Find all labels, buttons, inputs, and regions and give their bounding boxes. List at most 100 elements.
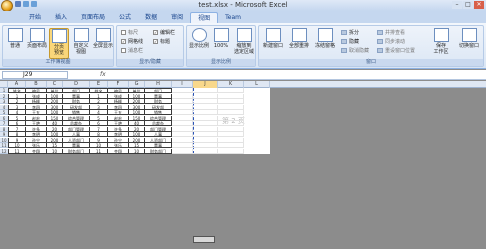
save-workspace-button[interactable]: 保存 工作区	[429, 28, 453, 59]
gridlines-checkbox[interactable]: ✓ 网格线	[121, 38, 143, 45]
table-cell[interactable]: 100	[47, 93, 63, 99]
table-cell[interactable]: 单位	[47, 88, 63, 93]
table-cell[interactable]: 40	[47, 121, 63, 126]
split-button[interactable]: 拆分	[341, 29, 359, 36]
empty-cell[interactable]	[218, 121, 244, 126]
name-box[interactable]: J29	[2, 71, 68, 79]
table-cell[interactable]: 2	[90, 99, 108, 104]
table-cell[interactable]: 齐翔	[26, 148, 47, 154]
table-cell[interactable]: 5	[90, 115, 108, 121]
table-cell[interactable]: 王五	[108, 110, 129, 115]
table-cell[interactable]: 综合管理	[145, 115, 172, 121]
table-cell[interactable]: 杨柳	[108, 99, 129, 104]
column-header-i[interactable]: I	[172, 81, 193, 88]
table-cell[interactable]: 20	[129, 126, 145, 132]
horizontal-scroll-thumb[interactable]	[193, 236, 215, 243]
close-button[interactable]: ✕	[474, 1, 484, 9]
empty-cell[interactable]	[193, 110, 218, 115]
table-cell[interactable]: 11	[90, 148, 108, 154]
table-cell[interactable]: 150	[47, 115, 63, 121]
tab-team[interactable]: Team	[218, 12, 248, 23]
empty-cell[interactable]	[193, 104, 218, 110]
table-cell[interactable]: 人事	[145, 132, 172, 137]
table-cell[interactable]: 研发部	[63, 104, 90, 110]
empty-cell[interactable]	[172, 93, 193, 99]
table-cell[interactable]: 3	[8, 104, 26, 110]
table-cell[interactable]: 15	[47, 143, 63, 148]
row-header[interactable]: 12	[0, 148, 8, 154]
table-cell[interactable]: 董事	[63, 93, 90, 99]
table-cell[interactable]: 7	[8, 126, 26, 132]
full-screen-button[interactable]: 全屏显示	[93, 28, 113, 59]
table-cell[interactable]: 财务	[63, 99, 90, 104]
empty-cell[interactable]	[172, 126, 193, 132]
empty-cell[interactable]	[218, 148, 244, 154]
table-cell[interactable]: 总裁办	[63, 121, 90, 126]
table-cell[interactable]: 王艳	[108, 121, 129, 126]
page-layout-view-button[interactable]: 页面布局	[27, 28, 47, 59]
table-cell[interactable]: 9	[90, 137, 108, 143]
column-header-f[interactable]: F	[108, 81, 129, 88]
table-cell[interactable]: 李四	[26, 104, 47, 110]
table-cell[interactable]: 1	[8, 93, 26, 99]
table-cell[interactable]: 总裁办	[145, 121, 172, 126]
new-window-button[interactable]: 新建窗口	[261, 28, 285, 59]
table-cell[interactable]: 4	[90, 110, 108, 115]
table-cell[interactable]: 李明	[26, 132, 47, 137]
column-header-c[interactable]: C	[47, 81, 63, 88]
formula-bar-checkbox[interactable]: ✓ 编辑栏	[153, 29, 175, 36]
row-header[interactable]: 3	[0, 99, 8, 104]
table-cell[interactable]: 李明	[108, 132, 129, 137]
row-header[interactable]: 4	[0, 104, 8, 110]
zoom-button[interactable]: 显示比例	[189, 28, 209, 59]
table-cell[interactable]: 3	[90, 104, 108, 110]
column-header-g[interactable]: G	[129, 81, 145, 88]
row-header[interactable]: 8	[0, 126, 8, 132]
empty-cell[interactable]	[193, 126, 218, 132]
empty-cell[interactable]	[172, 121, 193, 126]
table-cell[interactable]: 董事	[145, 143, 172, 148]
empty-cell[interactable]	[218, 115, 244, 121]
row-header[interactable]: 6	[0, 115, 8, 121]
view-side-by-side-button[interactable]: 并排查看	[377, 29, 405, 36]
empty-cell[interactable]	[218, 88, 244, 93]
column-header-b[interactable]: B	[26, 81, 47, 88]
empty-cell[interactable]	[172, 104, 193, 110]
tab-view[interactable]: 视图	[190, 12, 219, 23]
empty-cell[interactable]	[218, 93, 244, 99]
row-header[interactable]: 7	[0, 121, 8, 126]
zoom-100-button[interactable]: 100%	[211, 28, 231, 59]
table-cell[interactable]: 200	[129, 137, 145, 143]
empty-cell[interactable]	[218, 99, 244, 104]
column-header-d[interactable]: D	[63, 81, 90, 88]
table-cell[interactable]: 董事	[145, 93, 172, 99]
table-cell[interactable]: 4	[8, 110, 26, 115]
column-header-e[interactable]: E	[90, 81, 108, 88]
table-cell[interactable]: 研发部	[145, 104, 172, 110]
tab-data[interactable]: 数据	[138, 12, 164, 23]
table-cell[interactable]: 赵宏	[26, 115, 47, 121]
empty-cell[interactable]	[218, 132, 244, 137]
fx-icon[interactable]: fx	[100, 71, 106, 78]
row-header[interactable]: 1	[0, 88, 8, 93]
table-cell[interactable]: 杨柳	[26, 99, 47, 104]
freeze-panes-button[interactable]: 冻结窗格	[313, 28, 337, 59]
column-header-j[interactable]: J	[193, 81, 218, 88]
table-cell[interactable]: 100	[129, 93, 145, 99]
corner-select-all[interactable]	[0, 81, 8, 88]
table-cell[interactable]: 张乐	[26, 143, 47, 148]
table-cell[interactable]: 单位	[129, 88, 145, 93]
table-cell[interactable]: 编号	[26, 88, 47, 93]
table-cell[interactable]: 财务部门	[63, 148, 90, 154]
empty-cell[interactable]	[193, 143, 218, 148]
maximize-button[interactable]: □	[463, 1, 473, 9]
table-cell[interactable]: 许多	[108, 126, 129, 132]
table-cell[interactable]: 9	[8, 137, 26, 143]
table-cell[interactable]: 100	[47, 110, 63, 115]
switch-windows-button[interactable]: 切换窗口	[456, 28, 482, 59]
column-header-l[interactable]: L	[244, 81, 270, 88]
table-cell[interactable]: 20	[47, 126, 63, 132]
column-header-a[interactable]: A	[8, 81, 26, 88]
empty-cell[interactable]	[172, 137, 193, 143]
tab-formulas[interactable]: 公式	[112, 12, 138, 23]
